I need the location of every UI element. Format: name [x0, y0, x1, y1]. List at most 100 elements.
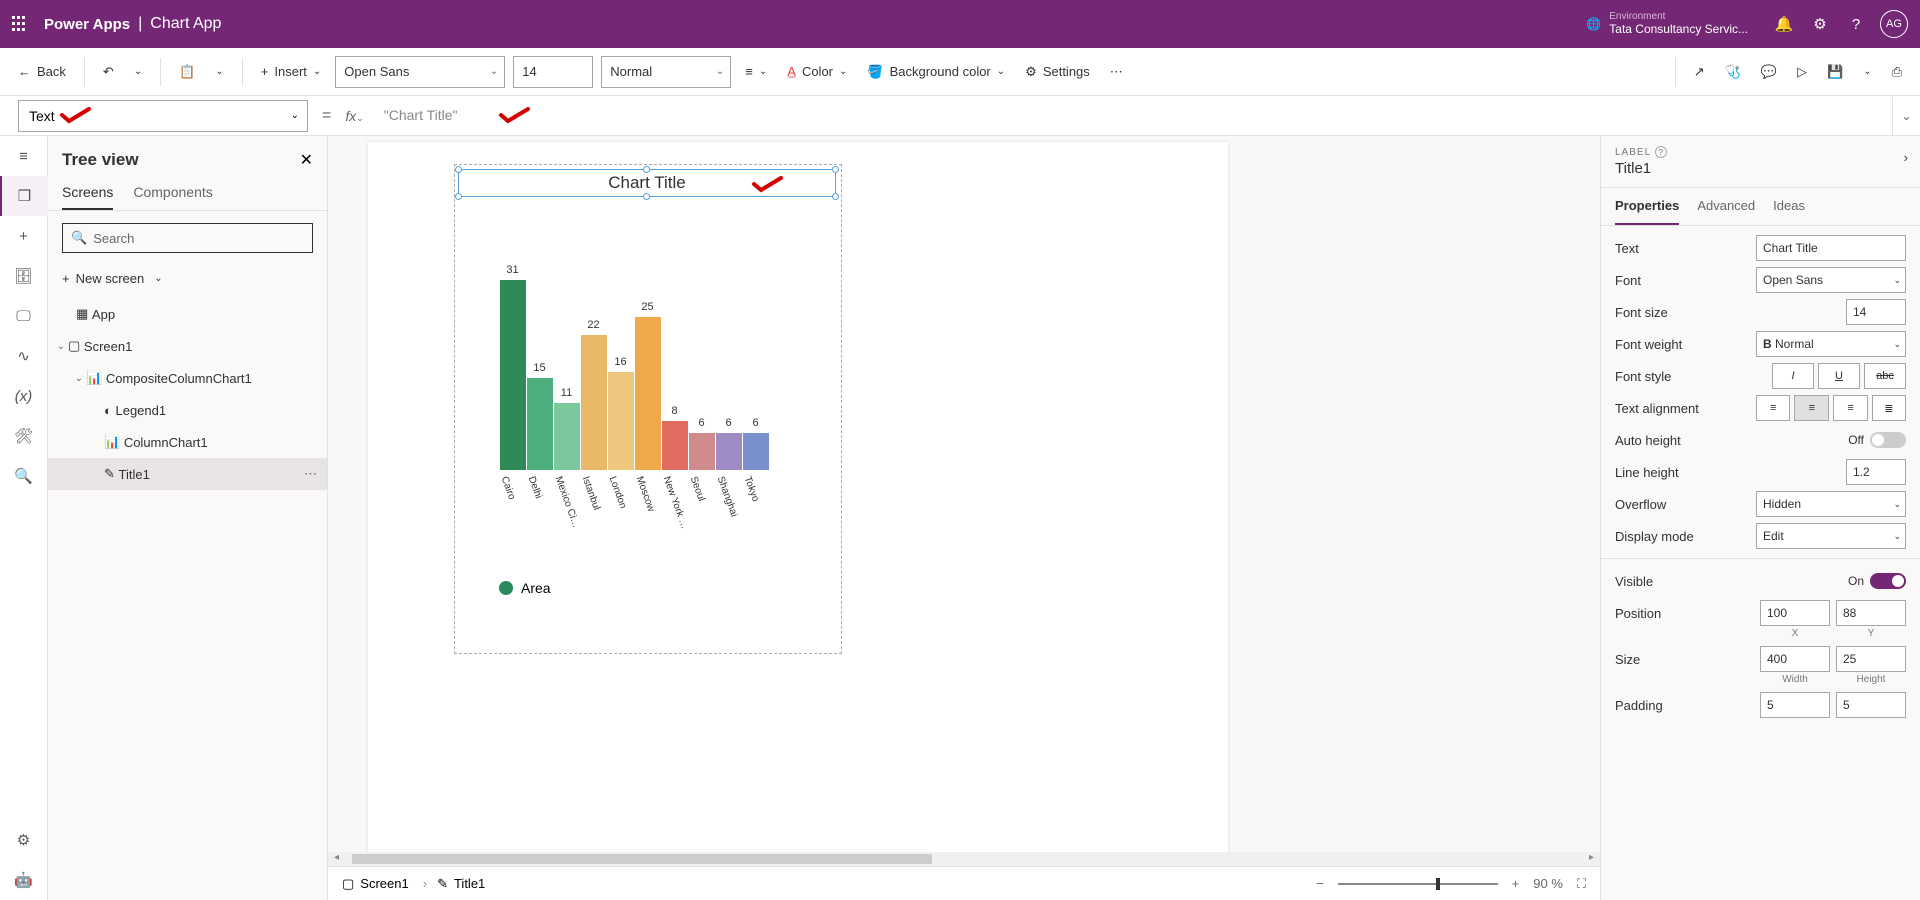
checker-button[interactable]: 🩺	[1719, 60, 1747, 84]
tree-search-input[interactable]: 🔍 Search	[62, 223, 313, 253]
undo-button[interactable]: ↶	[97, 60, 120, 84]
collapse-panel-icon[interactable]: ›	[1904, 150, 1908, 165]
zoom-in-button[interactable]: +	[1512, 876, 1520, 891]
italic-button[interactable]: I	[1772, 363, 1814, 389]
paste-dropdown[interactable]: ⌄	[209, 62, 229, 81]
save-dropdown[interactable]: ⌄	[1857, 62, 1877, 81]
prop-visible-toggle[interactable]	[1870, 573, 1906, 589]
breadcrumb-screen[interactable]: ▢ Screen1	[342, 876, 409, 892]
chart-bar[interactable]: 22	[580, 335, 607, 470]
tree-item-app[interactable]: ▦ App	[48, 298, 327, 330]
align-justify-button[interactable]: ≣	[1872, 395, 1906, 421]
tab-properties[interactable]: Properties	[1615, 188, 1679, 225]
bgcolor-button[interactable]: 🪣 Background color ⌄	[861, 60, 1011, 84]
settings-button[interactable]: ⚙ Settings	[1019, 60, 1096, 84]
chart-bar[interactable]: 25	[634, 317, 661, 470]
comments-button[interactable]: 💬	[1755, 60, 1783, 84]
align-right-button[interactable]: ≡	[1833, 395, 1867, 421]
undo-dropdown[interactable]: ⌄	[128, 62, 148, 81]
rail-data-icon[interactable]: 🗄	[0, 256, 48, 296]
app-launcher-icon[interactable]	[12, 16, 28, 32]
prop-size-w-input[interactable]: 400	[1760, 646, 1830, 672]
fit-screen-button[interactable]: ⛶	[1577, 876, 1586, 892]
prop-autoheight-toggle[interactable]	[1870, 432, 1906, 448]
prop-position-y-input[interactable]: 88	[1836, 600, 1906, 626]
align-left-button[interactable]: ≡	[1756, 395, 1790, 421]
align-center-button[interactable]: ≡	[1794, 395, 1829, 421]
tree-item-title1[interactable]: ✎ Title1 ⋯	[48, 458, 327, 490]
close-icon[interactable]: ✕	[300, 150, 313, 170]
new-screen-button[interactable]: + New screen ⌄	[48, 265, 327, 292]
prop-overflow-input[interactable]: Hidden⌄	[1756, 491, 1906, 517]
rail-media-icon[interactable]: 🖵	[0, 296, 48, 336]
prop-fontsize-input[interactable]: 14	[1846, 299, 1906, 325]
prop-fontweight-input[interactable]: B Normal⌄	[1756, 331, 1906, 357]
settings-icon[interactable]: ⚙	[1802, 15, 1838, 33]
canvas[interactable]: Chart Title 3115112216258666 CairoDelhiM…	[328, 136, 1600, 866]
environment-picker[interactable]: 🌐 Environment Tata Consultancy Servic...	[1586, 12, 1748, 36]
prop-lineheight-input[interactable]: 1.2	[1846, 459, 1906, 485]
prop-size-h-input[interactable]: 25	[1836, 646, 1906, 672]
font-weight-selector[interactable]: Normal ⌄	[601, 56, 731, 88]
underline-button[interactable]: U	[1818, 363, 1860, 389]
more-icon[interactable]: ⋯	[304, 466, 317, 482]
fx-icon[interactable]: fx⌄	[345, 108, 363, 124]
chart-bar[interactable]: 6	[688, 433, 715, 470]
chart-bar[interactable]: 6	[742, 433, 769, 470]
prop-align-buttons[interactable]: ≡ ≡ ≡ ≣	[1756, 395, 1906, 421]
rail-settings-icon[interactable]: ⚙	[0, 820, 48, 860]
chevron-down-icon[interactable]: ⌄	[54, 341, 68, 352]
overflow-button[interactable]: ⋯	[1104, 60, 1129, 84]
chart-bar[interactable]: 11	[553, 403, 580, 470]
color-button[interactable]: A̲ Color ⌄	[781, 60, 853, 83]
save-button[interactable]: 💾	[1821, 60, 1849, 84]
chart-bar[interactable]: 31	[499, 280, 526, 470]
zoom-out-button[interactable]: −	[1316, 876, 1324, 891]
info-icon[interactable]: ?	[1655, 146, 1667, 158]
prop-font-input[interactable]: Open Sans⌄	[1756, 267, 1906, 293]
tree-item-columnchart[interactable]: 📊 ColumnChart1	[48, 426, 327, 458]
artboard[interactable]: Chart Title 3115112216258666 CairoDelhiM…	[368, 142, 1228, 866]
preview-button[interactable]: ▷	[1791, 60, 1813, 84]
prop-position-x-input[interactable]: 100	[1760, 600, 1830, 626]
prop-displaymode-input[interactable]: Edit⌄	[1756, 523, 1906, 549]
formula-expand-button[interactable]: ⌄	[1892, 97, 1920, 135]
prop-text-input[interactable]: Chart Title	[1756, 235, 1906, 261]
back-button[interactable]: ← Back	[12, 60, 72, 83]
tree-item-legend[interactable]: ◐ Legend1	[48, 394, 327, 426]
prop-padding-b-input[interactable]: 5	[1836, 692, 1906, 718]
tree-item-chart[interactable]: ⌄ 📊 CompositeColumnChart1	[48, 362, 327, 394]
chart-bar[interactable]: 8	[661, 421, 688, 470]
breadcrumb-title[interactable]: ✎ Title1	[437, 876, 485, 892]
font-selector[interactable]: Open Sans ⌄	[335, 56, 505, 88]
rail-search-icon[interactable]: 🔍	[0, 456, 48, 496]
publish-button[interactable]: ⎙	[1886, 60, 1908, 84]
tree-item-screen1[interactable]: ⌄ ▢ Screen1	[48, 330, 327, 362]
tab-screens[interactable]: Screens	[62, 176, 113, 210]
rail-ask-icon[interactable]: 🤖	[0, 860, 48, 900]
composite-chart-control[interactable]: Chart Title 3115112216258666 CairoDelhiM…	[454, 164, 842, 654]
strike-button[interactable]: abc	[1864, 363, 1906, 389]
property-selector[interactable]: Text ⌄	[18, 100, 308, 132]
chart-bar[interactable]: 15	[526, 378, 553, 470]
tab-ideas[interactable]: Ideas	[1773, 188, 1805, 225]
rail-insert-icon[interactable]: +	[0, 216, 48, 256]
canvas-horizontal-scrollbar[interactable]: ◂ ▸	[328, 852, 1600, 866]
help-icon[interactable]: ?	[1838, 16, 1874, 33]
zoom-slider[interactable]	[1338, 883, 1498, 885]
chart-legend[interactable]: Area	[499, 580, 551, 596]
column-chart[interactable]: 3115112216258666	[499, 260, 781, 470]
tab-advanced[interactable]: Advanced	[1697, 188, 1755, 225]
rail-variables-icon[interactable]: (x)	[0, 376, 48, 416]
rail-treeview-icon[interactable]: ❒	[0, 176, 48, 216]
formula-input[interactable]: "Chart Title"	[376, 107, 1892, 124]
chevron-down-icon[interactable]: ⌄	[72, 373, 86, 384]
chart-bar[interactable]: 6	[715, 433, 742, 470]
prop-padding-t-input[interactable]: 5	[1760, 692, 1830, 718]
avatar[interactable]: AG	[1880, 10, 1908, 38]
chart-title-control[interactable]: Chart Title	[458, 169, 836, 197]
rail-hamburger-icon[interactable]: ≡	[0, 136, 48, 176]
prop-fontstyle-buttons[interactable]: I U abc	[1772, 363, 1906, 389]
rail-tools-icon[interactable]: 🛠	[0, 416, 48, 456]
insert-button[interactable]: + Insert ⌄	[255, 60, 328, 83]
